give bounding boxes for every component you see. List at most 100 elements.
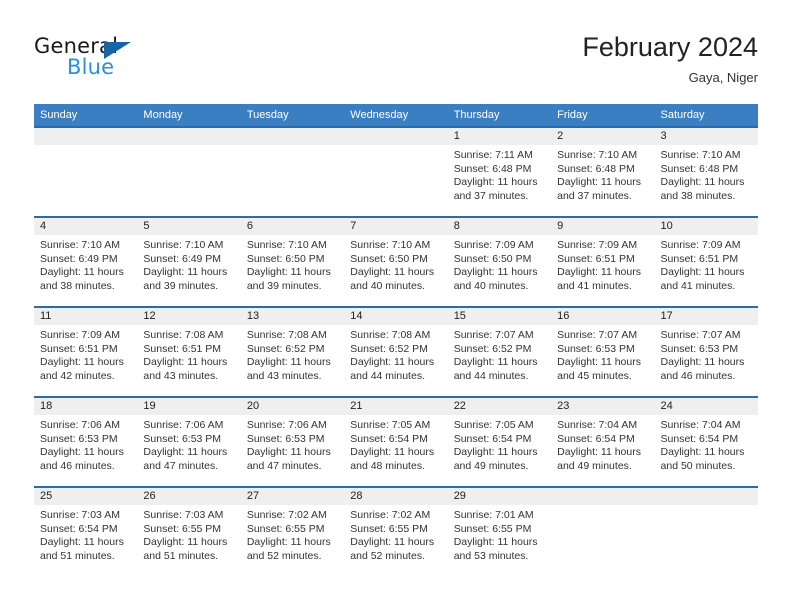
calendar-body: 1 Sunrise: 7:11 AM Sunset: 6:48 PM Daylight… [34, 126, 758, 576]
calendar-week-row: 18 Sunrise: 7:06 AM Sunset: 6:53 PM Dayligh… [34, 396, 758, 487]
day-number: 6 [240, 218, 345, 235]
calendar-day-cell[interactable]: 21 Sunrise: 7:05 AM Sunset: 6:54 PM Dayligh… [344, 396, 448, 487]
weekday-header-sunday: Sunday [34, 104, 138, 127]
day-sun-info: Sunrise: 7:10 AM Sunset: 6:48 PM Daylight:… [655, 145, 758, 203]
daylight-duration-line2: and 46 minutes. [660, 369, 736, 382]
sunrise-time: Sunrise: 7:08 AM [246, 329, 327, 341]
daylight-duration-line1: Daylight: 11 hours [40, 536, 124, 548]
calendar-day-cell[interactable]: 24 Sunrise: 7:04 AM Sunset: 6:54 PM Dayligh… [654, 396, 758, 487]
sunrise-time: Sunrise: 7:02 AM [350, 509, 431, 521]
sunset-time: Sunset: 6:51 PM [660, 252, 739, 265]
calendar-day-cell[interactable]: 7 Sunrise: 7:10 AM Sunset: 6:50 PM Daylight… [344, 216, 448, 307]
daylight-duration-line1: Daylight: 11 hours [660, 446, 745, 458]
calendar-week-row: 4 Sunrise: 7:10 AM Sunset: 6:49 PM Daylight… [34, 216, 758, 307]
calendar-day-cell[interactable]: 9 Sunrise: 7:09 AM Sunset: 6:51 PM Daylight… [551, 216, 655, 307]
sunset-time: Sunset: 6:50 PM [453, 252, 532, 265]
day-sun-info: Sunrise: 7:06 AM Sunset: 6:53 PM Daylight:… [137, 415, 240, 473]
daylight-duration-line1: Daylight: 11 hours [246, 356, 331, 368]
calendar-day-cell[interactable]: 20 Sunrise: 7:06 AM Sunset: 6:53 PM Dayligh… [240, 396, 345, 487]
day-sun-info: Sunrise: 7:01 AM Sunset: 6:55 PM Daylight:… [448, 505, 551, 563]
day-number [654, 488, 758, 505]
sunset-time: Sunset: 6:54 PM [40, 522, 118, 535]
sunrise-time: Sunrise: 7:07 AM [557, 329, 638, 341]
day-number [240, 128, 345, 145]
sunrise-time: Sunrise: 7:10 AM [660, 149, 741, 161]
calendar-day-cell-empty [137, 126, 241, 217]
sunrise-time: Sunrise: 7:01 AM [453, 509, 534, 521]
day-number [137, 128, 241, 145]
calendar-week-row: 11 Sunrise: 7:09 AM Sunset: 6:51 PM Dayligh… [34, 306, 758, 397]
day-number: 10 [654, 218, 758, 235]
sunrise-time: Sunrise: 7:03 AM [143, 509, 224, 521]
sunset-time: Sunset: 6:53 PM [246, 432, 325, 445]
calendar-day-cell-empty [654, 486, 758, 576]
calendar-day-cell[interactable]: 23 Sunrise: 7:04 AM Sunset: 6:54 PM Dayligh… [551, 396, 655, 487]
calendar-day-cell[interactable]: 2 Sunrise: 7:10 AM Sunset: 6:48 PM Daylight… [551, 126, 655, 217]
calendar-day-cell[interactable]: 26 Sunrise: 7:03 AM Sunset: 6:55 PM Dayligh… [137, 486, 241, 576]
calendar-day-cell[interactable]: 4 Sunrise: 7:10 AM Sunset: 6:49 PM Daylight… [34, 216, 138, 307]
sunset-time: Sunset: 6:54 PM [660, 432, 739, 445]
day-sun-info: Sunrise: 7:08 AM Sunset: 6:52 PM Daylight:… [241, 325, 344, 383]
daylight-duration-line1: Daylight: 11 hours [40, 356, 124, 368]
calendar-day-cell[interactable]: 27 Sunrise: 7:02 AM Sunset: 6:55 PM Dayligh… [240, 486, 345, 576]
sunrise-time: Sunrise: 7:03 AM [40, 509, 120, 521]
calendar-day-cell[interactable]: 5 Sunrise: 7:10 AM Sunset: 6:49 PM Daylight… [137, 216, 241, 307]
calendar-day-cell[interactable]: 19 Sunrise: 7:06 AM Sunset: 6:53 PM Dayligh… [137, 396, 241, 487]
day-sun-info: Sunrise: 7:10 AM Sunset: 6:49 PM Daylight:… [34, 235, 137, 293]
day-sun-info: Sunrise: 7:05 AM Sunset: 6:54 PM Daylight:… [448, 415, 551, 473]
calendar-day-cell[interactable]: 29 Sunrise: 7:01 AM Sunset: 6:55 PM Dayligh… [447, 486, 552, 576]
calendar-week-row: 1 Sunrise: 7:11 AM Sunset: 6:48 PM Daylight… [34, 126, 758, 217]
day-sun-info: Sunrise: 7:07 AM Sunset: 6:53 PM Daylight:… [655, 325, 758, 383]
calendar-day-cell[interactable]: 12 Sunrise: 7:08 AM Sunset: 6:51 PM Dayligh… [137, 306, 241, 397]
calendar-day-cell[interactable]: 18 Sunrise: 7:06 AM Sunset: 6:53 PM Dayligh… [34, 396, 138, 487]
daylight-duration-line1: Daylight: 11 hours [453, 176, 538, 188]
daylight-duration-line2: and 49 minutes. [557, 459, 632, 472]
calendar-day-cell[interactable]: 14 Sunrise: 7:08 AM Sunset: 6:52 PM Dayligh… [344, 306, 448, 397]
daylight-duration-line2: and 47 minutes. [143, 459, 219, 472]
sunset-time: Sunset: 6:55 PM [350, 522, 428, 535]
day-sun-info: Sunrise: 7:02 AM Sunset: 6:55 PM Daylight:… [344, 505, 447, 563]
day-number: 13 [240, 308, 345, 325]
day-number: 17 [654, 308, 758, 325]
daylight-duration-line2: and 52 minutes. [350, 549, 425, 562]
daylight-duration-line2: and 46 minutes. [40, 459, 115, 472]
sunrise-time: Sunrise: 7:06 AM [246, 419, 327, 431]
general-blue-logo[interactable]: General Blue [34, 34, 234, 90]
daylight-duration-line2: and 50 minutes. [660, 459, 736, 472]
daylight-duration-line2: and 49 minutes. [453, 459, 529, 472]
sunset-time: Sunset: 6:52 PM [246, 342, 325, 355]
day-sun-info: Sunrise: 7:09 AM Sunset: 6:51 PM Daylight:… [34, 325, 137, 383]
calendar-day-cell[interactable]: 6 Sunrise: 7:10 AM Sunset: 6:50 PM Daylight… [240, 216, 345, 307]
day-sun-info: Sunrise: 7:03 AM Sunset: 6:54 PM Daylight:… [34, 505, 137, 563]
daylight-duration-line1: Daylight: 11 hours [557, 446, 641, 458]
calendar-day-cell[interactable]: 11 Sunrise: 7:09 AM Sunset: 6:51 PM Dayligh… [34, 306, 138, 397]
calendar-day-cell[interactable]: 16 Sunrise: 7:07 AM Sunset: 6:53 PM Dayligh… [551, 306, 655, 397]
daylight-duration-line2: and 45 minutes. [557, 369, 632, 382]
calendar-day-cell[interactable]: 15 Sunrise: 7:07 AM Sunset: 6:52 PM Dayligh… [447, 306, 552, 397]
daylight-duration-line2: and 47 minutes. [246, 459, 322, 472]
sunrise-time: Sunrise: 7:06 AM [143, 419, 224, 431]
calendar-day-cell[interactable]: 22 Sunrise: 7:05 AM Sunset: 6:54 PM Dayligh… [447, 396, 552, 487]
daylight-duration-line1: Daylight: 11 hours [350, 536, 435, 548]
daylight-duration-line1: Daylight: 11 hours [143, 356, 228, 368]
daylight-duration-line2: and 52 minutes. [246, 549, 322, 562]
calendar-day-cell[interactable]: 10 Sunrise: 7:09 AM Sunset: 6:51 PM Dayligh… [654, 216, 758, 307]
day-sun-info: Sunrise: 7:04 AM Sunset: 6:54 PM Daylight:… [551, 415, 654, 473]
day-number: 5 [137, 218, 241, 235]
calendar-day-cell[interactable]: 8 Sunrise: 7:09 AM Sunset: 6:50 PM Daylight… [447, 216, 552, 307]
calendar-day-cell[interactable]: 3 Sunrise: 7:10 AM Sunset: 6:48 PM Daylight… [654, 126, 758, 217]
day-number: 19 [137, 398, 241, 415]
calendar-day-cell[interactable]: 17 Sunrise: 7:07 AM Sunset: 6:53 PM Dayligh… [654, 306, 758, 397]
daylight-duration-line1: Daylight: 11 hours [453, 446, 538, 458]
sunset-time: Sunset: 6:54 PM [557, 432, 635, 445]
day-sun-info: Sunrise: 7:10 AM Sunset: 6:50 PM Daylight:… [344, 235, 447, 293]
calendar-day-cell-empty [34, 126, 138, 217]
sunset-time: Sunset: 6:55 PM [453, 522, 532, 535]
calendar-day-cell[interactable]: 25 Sunrise: 7:03 AM Sunset: 6:54 PM Dayligh… [34, 486, 138, 576]
daylight-duration-line1: Daylight: 11 hours [246, 266, 331, 278]
daylight-duration-line1: Daylight: 11 hours [40, 446, 124, 458]
calendar-day-cell[interactable]: 1 Sunrise: 7:11 AM Sunset: 6:48 PM Daylight… [447, 126, 552, 217]
calendar-day-cell[interactable]: 13 Sunrise: 7:08 AM Sunset: 6:52 PM Dayligh… [240, 306, 345, 397]
calendar-day-cell[interactable]: 28 Sunrise: 7:02 AM Sunset: 6:55 PM Dayligh… [344, 486, 448, 576]
sunset-time: Sunset: 6:53 PM [557, 342, 635, 355]
